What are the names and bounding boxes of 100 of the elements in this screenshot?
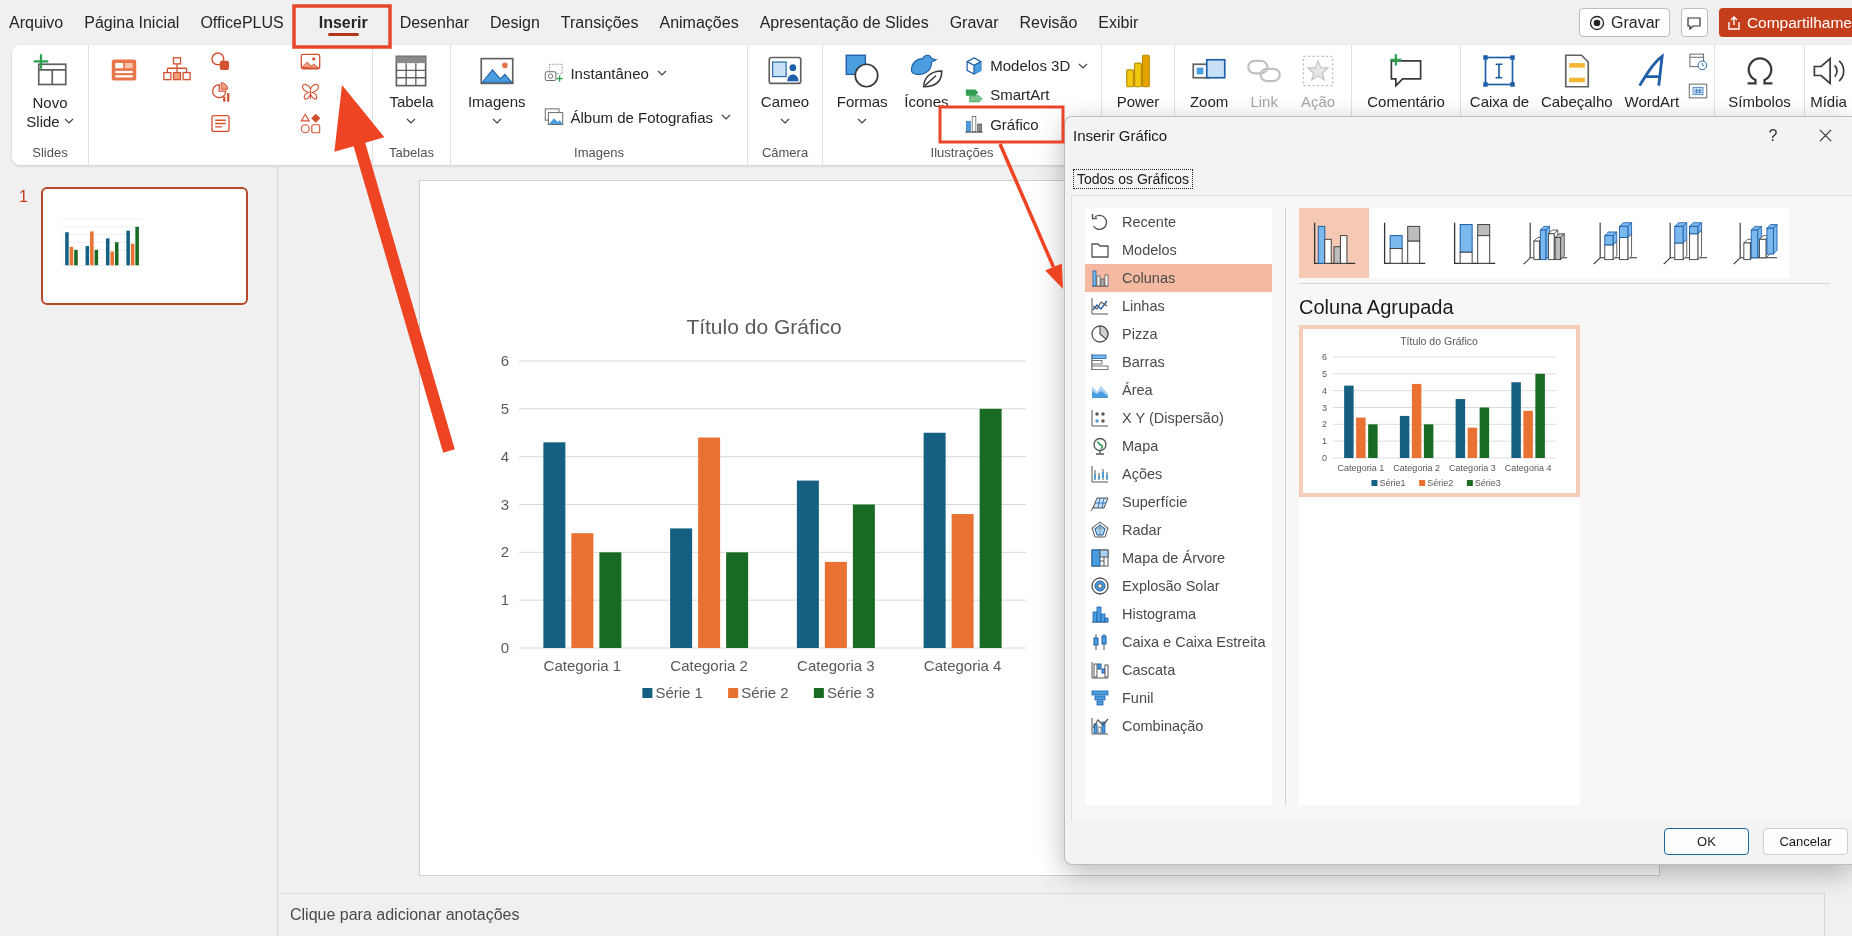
axis-tick-label: 0 [1322,453,1327,463]
help-button[interactable]: ? [1761,126,1785,145]
axis-tick-label: 3 [500,495,509,513]
menu-tab[interactable]: Arquivo [9,0,64,45]
pie-bars-icon[interactable] [210,82,231,103]
photo-album-icon [544,107,565,127]
ribbon-button[interactable]: Caixa de [1466,51,1533,113]
chart-category-item[interactable]: Caixa e Caixa Estreita [1085,628,1272,656]
ribbon-button[interactable]: Imagens [464,51,529,126]
ribbon-button[interactable]: Cabeçalho [1537,51,1616,113]
chart-category-item[interactable]: Barras [1085,348,1272,376]
ribbon-button[interactable]: Gráfico [962,111,1041,138]
ribbon-group-label: Imagens [574,145,624,160]
chart-category-item[interactable]: Radar [1085,516,1272,544]
menu-tab[interactable]: OfficePLUS [200,0,284,45]
butterfly-icon[interactable] [300,82,321,103]
treemap-icon [1090,548,1110,568]
circle-square-icon[interactable] [210,51,231,72]
menu-tab[interactable]: Apresentação de Slides [759,0,929,45]
sunburst-icon [1090,576,1110,596]
legend-label: Série3 [1474,478,1501,488]
chart-category-item[interactable]: Colunas [1085,264,1272,292]
comment-icon [1686,14,1703,31]
axis-tick-label: 0 [500,639,509,656]
chart-category-item[interactable]: Mapa [1085,432,1272,460]
chart-bar [1523,410,1533,458]
share-button[interactable]: Compartilhame [1718,8,1852,37]
chart-category-item[interactable]: Ações [1085,460,1272,488]
chart-category-item[interactable]: Combinação [1085,712,1272,740]
record-button[interactable]: Gravar [1579,8,1670,37]
box-plot-icon [1090,632,1110,652]
square-circle-icon [844,53,881,89]
ribbon-button[interactable]: Novo Slide [20,51,80,133]
ribbon-group-label: Tabelas [389,145,434,160]
chart-category-item[interactable]: X Y (Dispersão) [1085,404,1272,432]
dialog-button[interactable]: OK [1664,828,1749,855]
notes-field[interactable]: Clique para adicionar anotações [278,894,1824,936]
menu-tab[interactable]: Gravar [949,0,999,45]
chart-subtype-button[interactable] [1299,208,1369,278]
dialog-tab[interactable]: Todos os Gráficos [1073,169,1194,189]
chart-category-item[interactable]: Mapa de Árvore [1085,544,1272,572]
category-label: Categoria 4 [1504,463,1552,473]
folder-icon [1090,240,1110,260]
ribbon-button[interactable]: WordArt [1621,51,1683,113]
menu-tab[interactable]: Página Inicial [84,0,180,45]
axis-tick-label: 6 [500,352,509,369]
menu-tab[interactable]: Design [490,0,540,45]
ribbon-group-label: Câmera [761,145,809,160]
menu-tab[interactable]: Transições [560,0,639,45]
ribbon-button[interactable]: Tabela [386,51,437,126]
stock-chart-icon [1090,464,1110,484]
chart-category-item[interactable]: Cascata [1085,656,1272,684]
ribbon-button[interactable]: Cameo [757,51,813,126]
comments-button[interactable] [1680,8,1708,37]
chart-category-item[interactable]: Explosão Solar [1085,572,1272,600]
slide-thumbnail[interactable] [41,187,248,305]
menu-tab[interactable]: Animações [659,0,739,45]
ribbon-button[interactable]: SmartArt [962,82,1052,108]
menu-tab[interactable]: Inserir [318,0,368,45]
slide-number: 1 [19,188,29,206]
category-label: Categoria 1 [1337,463,1385,473]
ribbon-button[interactable]: Símbolos [1725,51,1794,113]
axis-tick-label: 1 [500,591,509,609]
dialog-button[interactable]: Cancelar [1763,828,1848,855]
list-box-icon[interactable] [210,113,231,134]
legend-label: Série 3 [826,684,875,701]
funnel-icon [1090,688,1110,708]
ribbon-button[interactable]: Zoom [1186,51,1232,113]
ribbon-button[interactable]: Álbum de Fotografias [542,104,734,130]
image-icon[interactable] [300,51,321,72]
chart-subtype-title: Coluna Agrupada [1299,296,1454,318]
ribbon-button[interactable]: Instantâneo [542,60,669,86]
column-chart-icon [1090,268,1110,288]
numbered-slide-icon[interactable] [1688,81,1709,101]
chart-category-item[interactable]: Superfície [1085,488,1272,516]
axis-tick-label: 6 [1322,352,1327,362]
chart-icon [964,114,985,135]
chart-category-item[interactable]: Área [1085,376,1272,404]
shapes-icon[interactable] [300,113,321,134]
ribbon-button[interactable]: Ícones [901,51,952,113]
menu-tab[interactable]: Revisão [1019,0,1078,45]
ribbon-button[interactable]: Comentário [1364,51,1448,113]
chart-bar [1368,424,1378,458]
menu-tab[interactable]: Exibir [1098,0,1139,45]
chart-category-item[interactable]: Pizza [1085,320,1272,348]
chart-category-item[interactable]: Histograma [1085,600,1272,628]
ribbon-button[interactable]: Mídia [1807,51,1850,113]
camera-icon [544,63,565,83]
legend-label: Série 2 [741,684,789,701]
curved-arrow-icon [1090,212,1110,232]
chart-category-item[interactable]: Recente [1085,208,1272,236]
ribbon-button[interactable]: Modelos 3D [962,52,1091,79]
chart-category-item[interactable]: Modelos [1085,236,1272,264]
chart-category-item[interactable]: Funil [1085,684,1272,712]
close-icon[interactable] [1818,128,1833,143]
menu-tab[interactable]: Desenhar [399,0,469,45]
calendar-clock-icon[interactable] [1688,51,1709,71]
chart-category-item[interactable]: Linhas [1085,292,1272,320]
ribbon-button[interactable]: Power [1113,51,1163,113]
ribbon-button[interactable]: Formas [833,51,891,126]
